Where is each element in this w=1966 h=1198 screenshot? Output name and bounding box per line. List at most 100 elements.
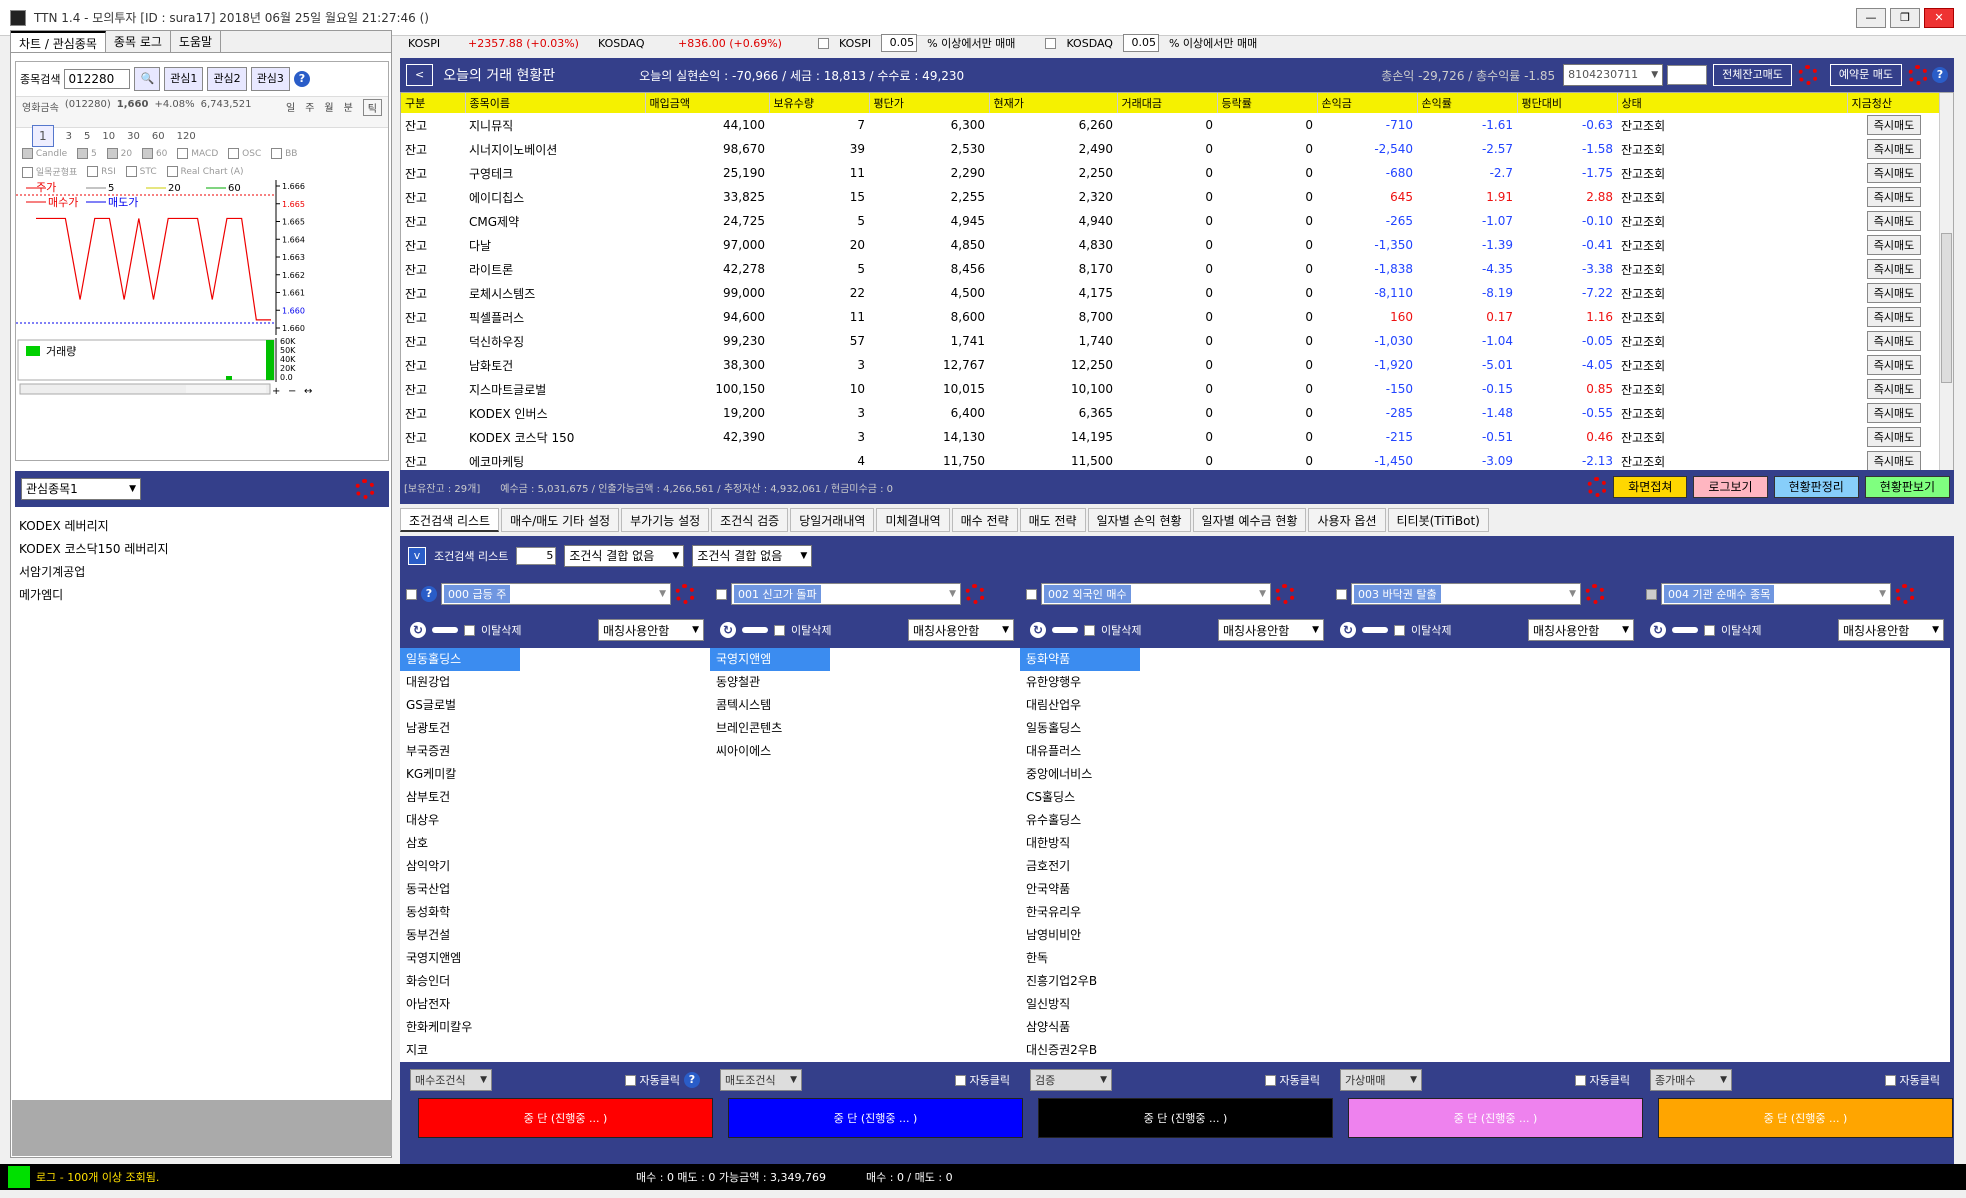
opt-ichimoku[interactable]: 일목균형표 [36, 168, 77, 178]
watch1-button[interactable]: 관심1 [164, 67, 204, 91]
match-select[interactable]: 매칭사용안함 ▼ [1838, 619, 1944, 641]
instant-sell-button[interactable]: 즉시매도 [1866, 163, 1922, 183]
kosdaq-checkbox[interactable] [1045, 37, 1057, 49]
stop-run-button[interactable]: 중 단 (진행중 ... ) [418, 1098, 713, 1138]
opt-osc[interactable]: OSC [242, 149, 261, 159]
condition-result-list[interactable] [1330, 648, 1640, 1062]
period-minute[interactable]: 분 [344, 99, 353, 116]
back-button[interactable]: < [406, 64, 434, 86]
opt-macd[interactable]: MACD [191, 149, 218, 159]
close-button[interactable]: ✕ [1924, 8, 1954, 28]
opt-ma60[interactable]: 60 [156, 149, 167, 159]
tab-5[interactable]: 미체결내역 [876, 508, 950, 532]
list-item[interactable]: KODEX 레버리지 [19, 515, 385, 538]
interval-60[interactable]: 60 [152, 131, 165, 142]
minimize-button[interactable]: — [1856, 8, 1886, 28]
combine-select-2[interactable]: 조건식 결합 없음 ▼ [692, 545, 813, 567]
stop-run-button[interactable]: 중 단 (진행중 ... ) [1348, 1098, 1643, 1138]
list-item[interactable]: 아남전자 [400, 993, 710, 1016]
interval-5[interactable]: 5 [84, 131, 90, 142]
zoom-reset-icon[interactable]: ↔ [304, 386, 312, 397]
opt-rsi[interactable]: RSI [101, 167, 116, 177]
condition-gear-icon[interactable] [675, 584, 695, 604]
reserve-sell-button[interactable]: 예약문 매도 [1829, 64, 1902, 86]
interval-1[interactable]: 1 [32, 125, 54, 147]
condition-slider[interactable] [1052, 627, 1078, 633]
condition-checkbox[interactable] [1336, 588, 1347, 600]
list-item[interactable]: KG케미칼 [400, 763, 710, 786]
table-row[interactable]: 잔고 다날 97,000 20 4,850 4,830 0 0 -1,350 -1.39 -0.41… [401, 233, 1941, 257]
list-item[interactable]: 한화케미칼우 [400, 1016, 710, 1039]
list-item[interactable]: 삼익악기 [400, 855, 710, 878]
table-row[interactable]: 잔고 CMG제약 24,725 5 4,945 4,940 0 0 -265 -1.07 -0.10… [401, 209, 1941, 233]
tab-1[interactable]: 매수/매도 기타 설정 [501, 508, 620, 532]
match-select[interactable]: 매칭사용안함 ▼ [1218, 619, 1324, 641]
opt-bb[interactable]: BB [285, 149, 297, 159]
list-item[interactable]: 남영비비안 [1020, 924, 1330, 947]
watch3-button[interactable]: 관심3 [250, 67, 290, 91]
condition-result-list[interactable]: 국영지앤엠 동양철관 콤텍시스템 브레인콘텐츠 씨아이에스 [710, 648, 1020, 1062]
list-item[interactable]: 금호전기 [1020, 855, 1330, 878]
cond-count-input[interactable]: 5 [516, 547, 557, 565]
account-select[interactable]: 8104230711 ▼ [1563, 64, 1664, 86]
instant-sell-button[interactable]: 즉시매도 [1866, 283, 1922, 303]
reserve-gear-icon[interactable] [1908, 65, 1928, 85]
list-item[interactable]: 삼양식품 [1020, 1016, 1330, 1039]
refresh-icon[interactable]: ↻ [1340, 622, 1356, 638]
list-item[interactable]: 진흥기업2우B [1020, 970, 1330, 993]
table-row[interactable]: 잔고 덕신하우징 99,230 57 1,741 1,740 0 0 -1,030 -1.04 -0… [401, 329, 1941, 353]
list-item[interactable]: 유한양행우 [1020, 671, 1330, 694]
kospi-checkbox[interactable] [818, 37, 829, 49]
remove-checkbox[interactable] [464, 624, 475, 636]
condition-type-select[interactable]: 검증 ▼ [1030, 1069, 1112, 1091]
interval-3[interactable]: 3 [66, 131, 72, 142]
remove-checkbox[interactable] [1084, 624, 1095, 636]
condition-select[interactable]: 000 급등 주 ▼ [441, 583, 671, 605]
combine-select-1[interactable]: 조건식 결합 없음 ▼ [564, 545, 685, 567]
list-item[interactable]: 한독 [1020, 947, 1330, 970]
list-item[interactable]: 대신증권2우B [1020, 1039, 1330, 1062]
condition-slider[interactable] [1362, 627, 1388, 633]
opt-candle[interactable]: Candle [36, 149, 67, 159]
condition-type-select[interactable]: 매도조건식 ▼ [720, 1069, 802, 1091]
tab-10[interactable]: 사용자 옵션 [1308, 508, 1386, 532]
opt-ma20[interactable]: 20 [121, 149, 132, 159]
refresh-icon[interactable]: ↻ [410, 622, 426, 638]
list-item[interactable]: 동화약품 [1020, 648, 1140, 671]
table-row[interactable]: 잔고 구영테크 25,190 11 2,290 2,250 0 0 -680 -2.7 -1.75 잔… [401, 161, 1941, 185]
table-row[interactable]: 잔고 로체시스템즈 99,000 22 4,500 4,175 0 0 -8,110 -8.19 -… [401, 281, 1941, 305]
tab-6[interactable]: 매수 전략 [951, 508, 1018, 532]
status-gear-icon[interactable] [1587, 477, 1608, 497]
condition-gear-icon[interactable] [965, 584, 985, 604]
instant-sell-button[interactable]: 즉시매도 [1866, 331, 1922, 351]
refresh-icon[interactable]: ↻ [1030, 622, 1046, 638]
tab-9[interactable]: 일자별 예수금 현황 [1192, 508, 1307, 532]
opt-ma5[interactable]: 5 [91, 149, 97, 159]
list-item[interactable]: 동양철관 [710, 671, 1020, 694]
table-row[interactable]: 잔고 KODEX 인버스 19,200 3 6,400 6,365 0 0 -285 -1.48 -… [401, 401, 1941, 425]
condition-select[interactable]: 004 기관 순매수 종목 ▼ [1661, 583, 1891, 605]
list-item[interactable]: 동국산업 [400, 878, 710, 901]
table-row[interactable]: 잔고 지니뮤직 44,100 7 6,300 6,260 0 0 -710 -1.61 -0.63 잔… [401, 113, 1941, 137]
interval-10[interactable]: 10 [102, 131, 115, 142]
condition-checkbox[interactable] [716, 588, 727, 600]
list-item[interactable]: 동성화학 [400, 901, 710, 924]
instant-sell-button[interactable]: 즉시매도 [1866, 403, 1922, 423]
collapse-button[interactable]: 화면접쳐 [1613, 476, 1688, 498]
list-item[interactable]: 메가엠디 [19, 584, 385, 607]
list-item[interactable]: 삼부토건 [400, 786, 710, 809]
tab-help[interactable]: 도움말 [171, 31, 222, 52]
board-clean-button[interactable]: 현황판정리 [1773, 476, 1859, 498]
refresh-icon[interactable]: ↻ [1650, 622, 1666, 638]
list-item[interactable]: 대상우 [400, 809, 710, 832]
instant-sell-button[interactable]: 즉시매도 [1866, 355, 1922, 375]
list-item[interactable]: 대림산업우 [1020, 694, 1330, 717]
instant-sell-button[interactable]: 즉시매도 [1866, 451, 1922, 471]
tab-2[interactable]: 부가기능 설정 [621, 508, 710, 532]
condition-type-select[interactable]: 종가매수 ▼ [1650, 1069, 1732, 1091]
tab-8[interactable]: 일자별 손익 현황 [1087, 508, 1191, 532]
stop-run-button[interactable]: 중 단 (진행중 ... ) [728, 1098, 1023, 1138]
password-input[interactable]: **** [1667, 65, 1708, 85]
stop-run-button[interactable]: 중 단 (진행중 ... ) [1658, 1098, 1953, 1138]
help-icon[interactable]: ? [1932, 67, 1948, 83]
